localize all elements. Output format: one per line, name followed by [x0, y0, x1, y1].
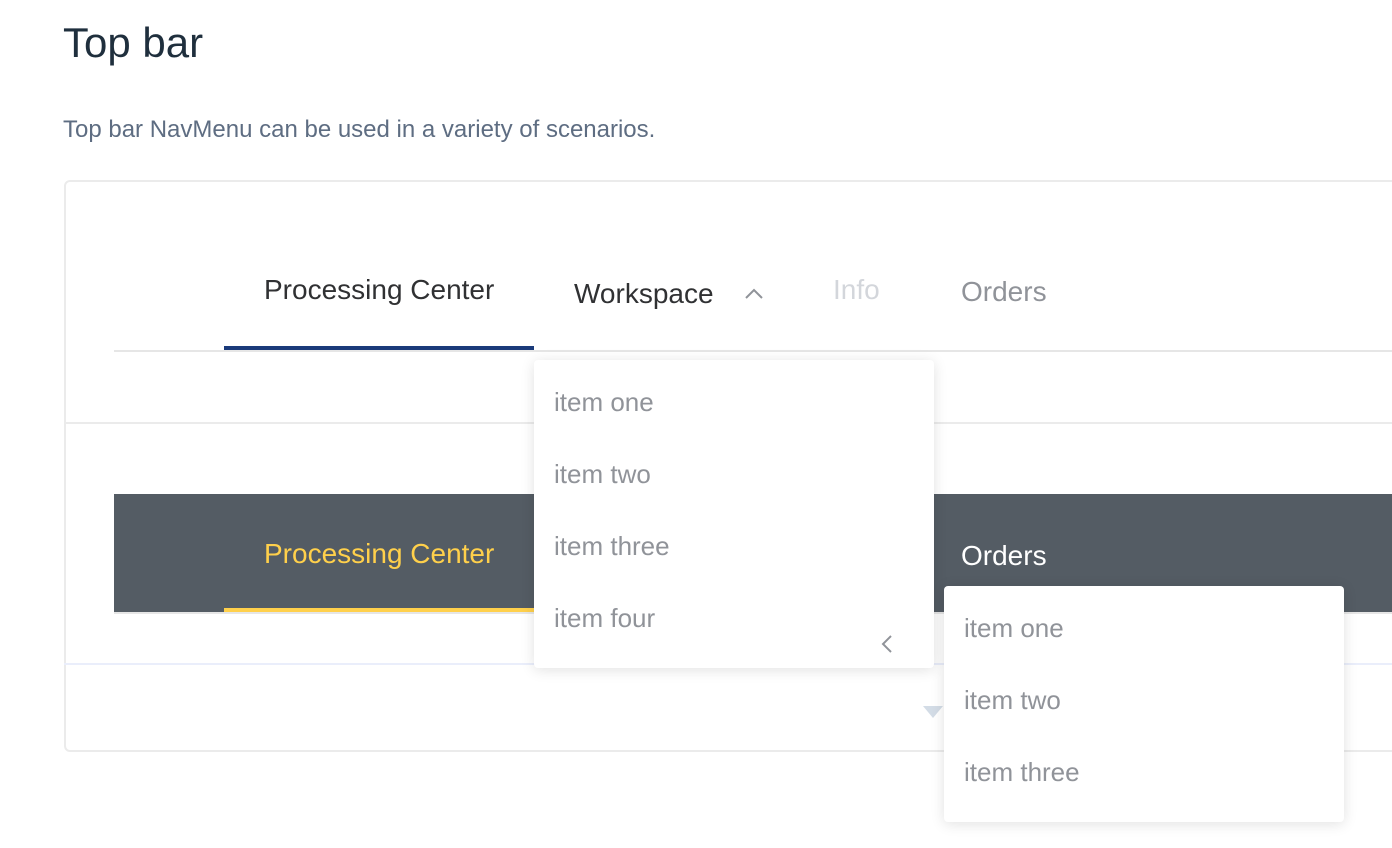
nav-menu-light: Processing Center Workspace Info Orders	[114, 230, 1392, 352]
dropdown-item-label: item two	[554, 459, 651, 489]
menu-item-label: Processing Center	[264, 538, 495, 569]
dropdown-item-label: item four	[554, 603, 656, 633]
dropdown-item[interactable]: item one	[534, 366, 934, 438]
page-title: Top bar	[63, 19, 204, 66]
chevron-up-icon	[745, 230, 764, 350]
dropdown-item-label: item three	[554, 531, 670, 561]
dropdown-item-label: item one	[554, 387, 654, 417]
dropdown-item[interactable]: item one	[944, 592, 1344, 664]
dropdown-item[interactable]: item two	[534, 438, 934, 510]
menu-item-label: Processing Center	[264, 274, 495, 305]
dropdown-item-label: item one	[964, 613, 1064, 643]
caret-down-icon[interactable]	[923, 706, 943, 718]
dropdown-submenu-item[interactable]: item four	[534, 582, 934, 654]
chevron-left-icon	[881, 608, 892, 680]
submenu-workspace[interactable]: Workspace	[574, 230, 764, 350]
menu-item-label: Info	[833, 274, 880, 305]
menu-item-label: Orders	[961, 540, 1047, 571]
workspace-dropdown: item one item two item three item four	[534, 360, 934, 668]
orders-dropdown: item one item two item three	[944, 586, 1344, 822]
menu-item-processing-center[interactable]: Processing Center	[224, 494, 534, 612]
menu-item-processing-center[interactable]: Processing Center	[224, 230, 534, 350]
dropdown-item-label: item two	[964, 685, 1061, 715]
page-description: Top bar NavMenu can be used in a variety…	[63, 116, 656, 143]
dropdown-item[interactable]: item two	[944, 664, 1344, 736]
menu-item-label: Workspace	[574, 278, 714, 309]
dropdown-item-label: item three	[964, 757, 1080, 787]
dropdown-item[interactable]: item three	[534, 510, 934, 582]
menu-item-orders[interactable]: Orders	[961, 230, 1047, 350]
dropdown-item[interactable]: item three	[944, 736, 1344, 808]
menu-item-info[interactable]: Info	[833, 230, 880, 350]
menu-item-label: Orders	[961, 276, 1047, 307]
